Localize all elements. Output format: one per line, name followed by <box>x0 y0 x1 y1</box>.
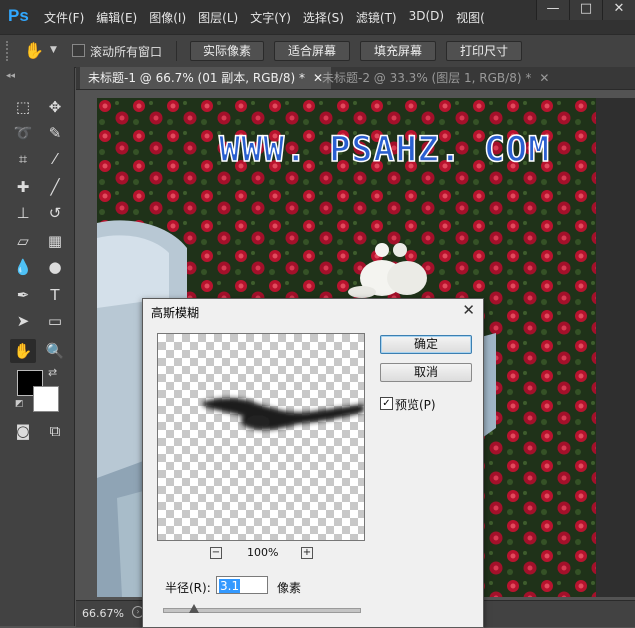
blurred-preview-shape <box>203 398 364 431</box>
menu-bar: Ps 文件(F) 编辑(E) 图像(I) 图层(L) 文字(Y) 选择(S) 滤… <box>0 0 635 34</box>
minimize-button[interactable]: — <box>536 0 569 20</box>
preview-window[interactable] <box>157 333 365 541</box>
menu-edit[interactable]: 编辑(E) <box>96 9 137 26</box>
tab-document-1-label: 未标题-1 @ 66.7% (01 副本, RGB/8) * <box>88 71 305 85</box>
lasso-icon[interactable]: ➰ <box>10 121 36 145</box>
menu-filter[interactable]: 滤镜(T) <box>356 9 397 26</box>
blur-icon[interactable]: 💧 <box>10 255 36 279</box>
move-icon[interactable]: ✥ <box>42 95 68 119</box>
radius-label: 半径(R): <box>165 581 211 595</box>
preview-checkbox[interactable]: ✓ <box>380 397 393 410</box>
fit-screen-button[interactable]: 适合屏幕 <box>274 41 350 61</box>
eyedropper-icon[interactable]: ⁄ <box>42 147 68 171</box>
menu-image[interactable]: 图像(I) <box>149 9 186 26</box>
dialog-title: 高斯模糊 <box>151 306 200 320</box>
preview-checkbox-label: 预览(P) <box>395 398 436 412</box>
options-divider <box>176 41 177 61</box>
preview-zoom-level: 100% <box>247 546 279 559</box>
radius-unit-label: 像素 <box>277 581 302 595</box>
brush-icon[interactable]: ╱ <box>42 175 68 199</box>
document-tabs: 未标题-1 @ 66.7% (01 副本, RGB/8) * ✕ 未标题-2 @ … <box>76 67 635 90</box>
pen-icon[interactable]: ✒ <box>10 283 36 307</box>
zoom-out-button[interactable]: − <box>210 547 222 559</box>
quick-selection-icon[interactable]: ✎ <box>42 121 68 145</box>
canvas-pasteboard <box>596 98 635 597</box>
path-selection-icon[interactable]: ➤ <box>10 309 36 333</box>
eraser-icon[interactable]: ▱ <box>10 229 36 253</box>
close-icon[interactable]: ✕ <box>462 301 475 319</box>
menu-items: 文件(F) 编辑(E) 图像(I) 图层(L) 文字(Y) 选择(S) 滤镜(T… <box>44 9 497 26</box>
options-bar-grip[interactable] <box>6 41 11 61</box>
canvas-watermark-text: WWW. PSAHZ. COM <box>218 129 551 171</box>
tab-document-2-label: 未标题-2 @ 33.3% (图层 1, RGB/8) * <box>322 71 532 85</box>
tab-document-1[interactable]: 未标题-1 @ 66.7% (01 副本, RGB/8) * ✕ <box>80 67 332 89</box>
menu-select[interactable]: 选择(S) <box>303 9 344 26</box>
swap-colors-icon[interactable]: ⇄ <box>48 366 57 379</box>
screen-mode-icon[interactable]: ⧉ <box>42 419 68 443</box>
close-window-button[interactable]: ✕ <box>602 0 635 20</box>
background-color-swatch[interactable] <box>33 386 59 412</box>
actual-pixels-button[interactable]: 实际像素 <box>190 41 264 61</box>
window-controls: — □ ✕ <box>536 0 635 20</box>
cancel-button[interactable]: 取消 <box>380 363 472 382</box>
app-logo: Ps <box>8 6 29 25</box>
gaussian-blur-dialog: 高斯模糊 ✕ − 100% + 确定 取消 ✓ 预览(P) 半径(R): 3.1… <box>142 298 484 628</box>
menu-layer[interactable]: 图层(L) <box>198 9 238 26</box>
menu-3d[interactable]: 3D(D) <box>409 9 444 26</box>
radius-input[interactable]: 3.1 <box>216 576 268 594</box>
close-icon[interactable]: ✕ <box>539 71 549 85</box>
options-bar: ✋ ▼ 滚动所有窗口 实际像素 适合屏幕 填充屏幕 打印尺寸 <box>0 34 635 68</box>
zoom-icon[interactable]: 🔍 <box>42 339 68 363</box>
hand-tool-preset-icon[interactable]: ✋ <box>24 41 44 60</box>
type-icon[interactable]: T <box>42 283 68 307</box>
default-colors-icon[interactable]: ◩ <box>15 399 24 409</box>
ok-button[interactable]: 确定 <box>380 335 472 354</box>
clone-stamp-icon[interactable]: ⊥ <box>10 201 36 225</box>
menu-file[interactable]: 文件(F) <box>44 9 84 26</box>
tools-panel: ◂◂ ⬚ ✥ ➰ ✎ ⌗ ⁄ ✚ ╱ ⊥ ↺ ▱ ▦ 💧 ● ✒ T ➤ ▭ ✋… <box>0 67 75 626</box>
radius-slider-thumb[interactable] <box>189 604 200 613</box>
crop-icon[interactable]: ⌗ <box>10 147 36 171</box>
restore-button[interactable]: □ <box>569 0 602 20</box>
tab-document-2[interactable]: 未标题-2 @ 33.3% (图层 1, RGB/8) * ✕ <box>314 67 557 89</box>
dodge-icon[interactable]: ● <box>42 255 68 279</box>
fill-screen-button[interactable]: 填充屏幕 <box>360 41 436 61</box>
zoom-readout[interactable]: 66.67% <box>82 607 124 620</box>
menu-view[interactable]: 视图( <box>456 9 485 26</box>
collapse-panel-icon[interactable]: ◂◂ <box>6 71 15 81</box>
healing-brush-icon[interactable]: ✚ <box>10 175 36 199</box>
chevron-down-icon[interactable]: ▼ <box>50 45 57 55</box>
hand-icon[interactable]: ✋ <box>10 339 36 363</box>
print-size-button[interactable]: 打印尺寸 <box>446 41 522 61</box>
menu-type[interactable]: 文字(Y) <box>250 9 291 26</box>
gradient-icon[interactable]: ▦ <box>42 229 68 253</box>
quick-mask-icon[interactable]: ◙ <box>10 419 36 443</box>
rectangular-marquee-icon[interactable]: ⬚ <box>10 95 36 119</box>
scroll-all-windows-label: 滚动所有窗口 <box>90 45 163 59</box>
history-brush-icon[interactable]: ↺ <box>42 201 68 225</box>
radius-value: 3.1 <box>219 579 241 593</box>
scroll-all-windows-checkbox[interactable] <box>72 44 85 57</box>
zoom-in-button[interactable]: + <box>301 547 313 559</box>
rectangle-shape-icon[interactable]: ▭ <box>42 309 68 333</box>
